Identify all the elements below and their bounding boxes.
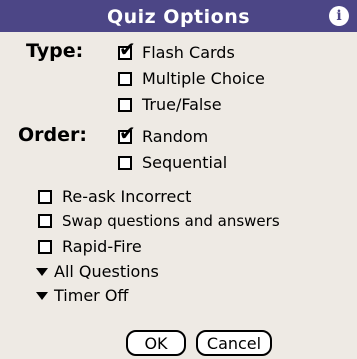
popup-triangle-icon (36, 267, 48, 276)
checkbox[interactable] (118, 71, 132, 86)
type-option-true-false[interactable]: True/False (118, 95, 222, 114)
timer-popup[interactable]: Timer Off (36, 286, 128, 305)
order-option-sequential[interactable]: Sequential (118, 153, 227, 172)
popup-triangle-icon (36, 291, 48, 300)
questions-popup[interactable]: All Questions (36, 262, 159, 281)
type-option-multiple-choice[interactable]: Multiple Choice (118, 69, 265, 88)
cancel-button[interactable]: Cancel (196, 330, 272, 356)
setting-label: Swap questions and answers (62, 212, 280, 230)
setting-rapid-fire[interactable]: Rapid-Fire (38, 237, 142, 256)
setting-label: Re-ask Incorrect (62, 187, 192, 206)
title-bar: Quiz Options i (0, 0, 357, 32)
checkbox[interactable]: ✔ (118, 39, 136, 60)
checkbox[interactable] (38, 214, 52, 228)
dialog-title: Quiz Options (106, 6, 251, 28)
setting-swap-questions[interactable]: Swap questions and answers (38, 212, 280, 230)
order-option-random[interactable]: ✔ Random (118, 123, 209, 146)
checkbox[interactable] (38, 189, 52, 204)
check-mark-icon: ✔ (119, 36, 136, 61)
order-label: Order: (18, 124, 87, 146)
checkbox[interactable] (118, 97, 132, 112)
type-option-flash-cards[interactable]: ✔ Flash Cards (118, 39, 235, 62)
option-label: Flash Cards (142, 43, 235, 62)
ok-button[interactable]: OK (126, 330, 186, 356)
checkbox[interactable] (118, 155, 132, 170)
checkbox[interactable] (38, 239, 52, 254)
timer-popup-label: Timer Off (54, 286, 129, 305)
setting-label: Rapid-Fire (62, 237, 142, 256)
check-mark-icon: ✔ (119, 120, 136, 145)
questions-popup-label: All Questions (54, 262, 159, 281)
option-label: Random (142, 127, 209, 146)
setting-re-ask-incorrect[interactable]: Re-ask Incorrect (38, 187, 191, 206)
info-icon[interactable]: i (329, 6, 349, 26)
option-label: Sequential (142, 153, 228, 172)
type-label: Type: (26, 40, 84, 62)
option-label: True/False (142, 95, 222, 114)
checkbox[interactable]: ✔ (118, 123, 136, 144)
option-label: Multiple Choice (142, 69, 265, 88)
